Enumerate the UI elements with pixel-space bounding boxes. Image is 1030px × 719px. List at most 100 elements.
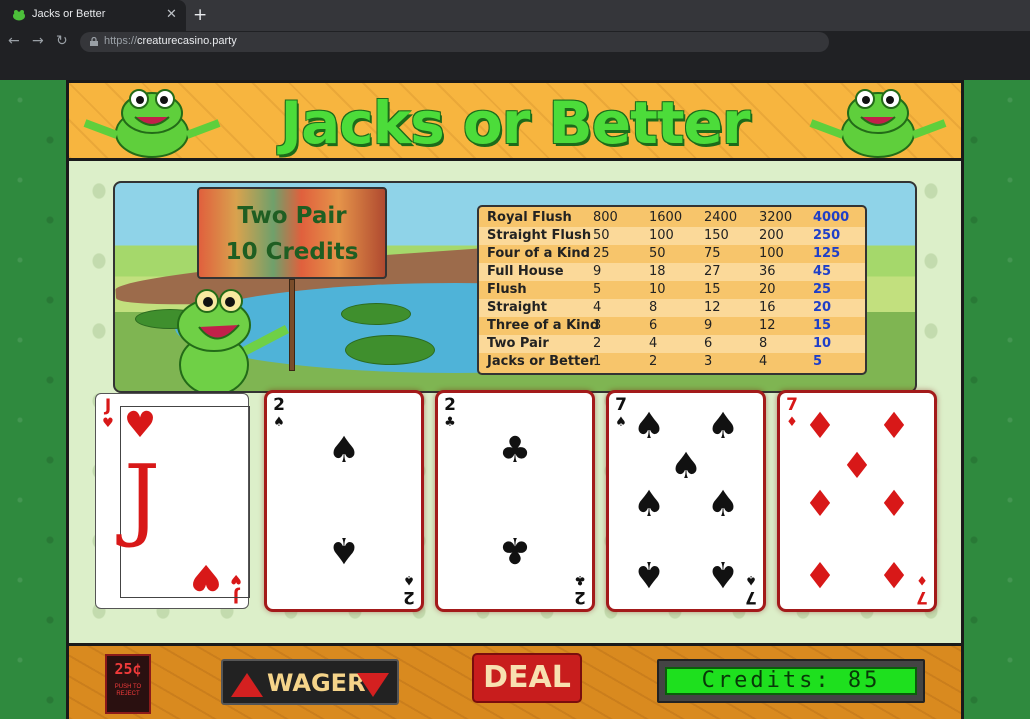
paytable-hand: Three of a Kind	[487, 318, 600, 333]
card-rank: 7	[745, 587, 757, 607]
paytable-payout: 12	[704, 300, 721, 315]
frog-holding-sign-icon	[177, 289, 290, 391]
wager-label: WAGER	[267, 669, 366, 697]
card-pip-icon: ♠	[632, 484, 666, 525]
result-sign: Two Pair 10 Credits	[197, 187, 387, 279]
card-pip-icon: ♠	[632, 406, 666, 447]
card-pip-icon: ♦	[877, 484, 911, 525]
card-rank: 2	[444, 395, 456, 415]
card-suit-icon: ♠	[745, 572, 757, 587]
paytable-payout: 4	[759, 354, 768, 369]
paytable-payout: 1600	[649, 210, 683, 225]
card-pip-icon: ♦	[840, 446, 874, 487]
card-pip-icon: ♦	[803, 484, 837, 525]
paytable-hand: Jacks or Better	[487, 354, 596, 369]
lock-icon	[90, 37, 98, 46]
paytable-payout: 16	[759, 300, 776, 315]
paytable-payout: 6	[704, 336, 713, 351]
coin-denomination-button[interactable]: 25¢ PUSH TO REJECT	[105, 654, 151, 714]
pond-scene: Two Pair 10 Credits Royal Flush 800 1600 2 4…	[113, 181, 917, 393]
playing-card[interactable]: 7 ♠ 7 ♠ ♠ ♠ ♠ ♠ ♠ ♠ ♠	[609, 393, 763, 609]
address-bar[interactable]: https://creaturecasino.party	[80, 32, 829, 52]
card-suit-icon: ♠	[273, 415, 285, 430]
paytable-row: Four of a Kind 25 50 75 100 125	[479, 245, 865, 263]
paytable-payout: 45	[813, 264, 832, 279]
game-header: Jacks or Better	[69, 83, 961, 161]
card-corner-index: 2 ♠	[271, 397, 287, 431]
paytable-payout: 8	[649, 300, 658, 315]
paytable-payout: 5	[593, 282, 602, 297]
paytable-payout: 50	[649, 246, 666, 261]
paytable-payout: 1	[593, 354, 602, 369]
card-rank: 7	[916, 587, 928, 607]
paytable-row: Two Pair 2 4 6 8 10	[479, 335, 865, 353]
paytable-payout: 36	[759, 264, 776, 279]
card-corner-index: 7 ♠	[743, 571, 759, 607]
card-corner-index: 2 ♣	[572, 571, 588, 607]
playing-card[interactable]: 7 ♦ 7 ♦ ♦ ♦ ♦ ♦ ♦ ♦ ♦	[780, 393, 934, 609]
back-arrow-icon[interactable]: ←	[8, 33, 20, 49]
browser-content-gap	[0, 55, 1030, 80]
result-hand: Two Pair	[237, 203, 347, 229]
card-corner-index: 2 ♠	[401, 571, 417, 607]
paytable-payout: 250	[813, 228, 841, 243]
card-pip-icon: ♥	[189, 556, 223, 597]
paytable-payout: 800	[593, 210, 618, 225]
paytable-hand: Straight Flush	[487, 228, 592, 243]
card-rank: 2	[574, 587, 586, 607]
browser-chrome: Jacks or Better ✕ + ← → ↻ https://creatu…	[0, 0, 1030, 80]
close-tab-icon[interactable]: ✕	[166, 7, 177, 22]
control-bar: 25¢ PUSH TO REJECT WAGER DEAL Credits: 8…	[69, 643, 961, 719]
paytable-payout: 18	[649, 264, 666, 279]
paytable-payout: 2	[593, 336, 602, 351]
deal-button[interactable]: DEAL	[472, 653, 582, 703]
playing-card[interactable]: J ♥ J ♥ J ♥ ♥	[95, 393, 250, 609]
card-pip-icon: ♠	[632, 553, 666, 594]
paytable-payout: 10	[649, 282, 666, 297]
paytable-payout: 25	[593, 246, 610, 261]
card-corner-index: 7 ♠	[613, 397, 629, 431]
card-pip-icon: ♥	[123, 405, 157, 446]
url-host: creaturecasino.party	[137, 35, 237, 47]
paytable-payout: 6	[649, 318, 658, 333]
paytable-payout: 75	[704, 246, 721, 261]
paytable-hand: Royal Flush	[487, 210, 572, 225]
card-suit-icon: ♣	[574, 572, 586, 587]
paytable-payout: 9	[593, 264, 602, 279]
reload-icon[interactable]: ↻	[56, 33, 68, 49]
tab-title: Jacks or Better	[32, 8, 106, 20]
card-suit-icon: ♦	[786, 415, 798, 430]
card-pip-icon: ♦	[803, 406, 837, 447]
wager-down-icon[interactable]	[357, 673, 389, 697]
playing-card[interactable]: 2 ♣ 2 ♣ ♣ ♣	[438, 393, 592, 609]
paytable-payout: 150	[704, 228, 729, 243]
new-tab-icon[interactable]: +	[193, 5, 207, 25]
card-pip-icon: ♠	[327, 430, 361, 471]
paytable-payout: 3	[704, 354, 713, 369]
paytable-payout: 125	[813, 246, 841, 261]
paytable-hand: Four of a Kind	[487, 246, 590, 261]
playfield: Two Pair 10 Credits Royal Flush 800 1600 2 4…	[69, 161, 961, 643]
browser-tab[interactable]: Jacks or Better ✕	[0, 0, 186, 31]
card-suit-icon: ♦	[916, 572, 928, 587]
card-pip-icon: ♠	[706, 484, 740, 525]
card-suit-icon: ♠	[615, 415, 627, 430]
card-pip-icon: ♣	[498, 430, 532, 471]
wager-up-icon[interactable]	[231, 673, 263, 697]
card-corner-index: 7 ♦	[784, 397, 800, 431]
url-scheme: https://	[104, 35, 138, 47]
frog-favicon-icon	[13, 10, 25, 21]
game-frame: Jacks or Better Two Pair 10 Credits Roya…	[66, 80, 964, 719]
playing-card[interactable]: 2 ♠ 2 ♠ ♠ ♠	[267, 393, 421, 609]
paytable-payout: 4000	[813, 210, 850, 225]
card-pip-icon: ♠	[706, 553, 740, 594]
paytable-payout: 20	[813, 300, 832, 315]
card-rank: J	[104, 396, 112, 416]
paytable-payout: 27	[704, 264, 721, 279]
card-rank: 7	[786, 395, 798, 415]
forward-arrow-icon[interactable]: →	[32, 33, 44, 49]
paytable-payout: 10	[813, 336, 832, 351]
lily-pad	[341, 303, 411, 325]
coin-caption: PUSH TO REJECT	[114, 684, 142, 697]
card-suit-icon: ♠	[403, 572, 415, 587]
